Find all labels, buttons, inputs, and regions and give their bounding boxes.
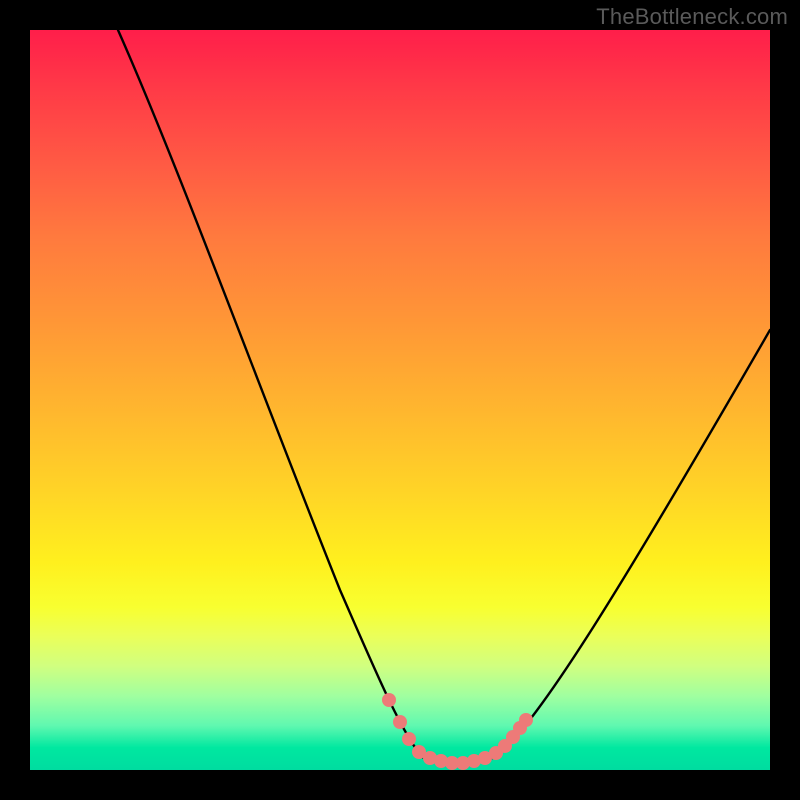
chart-frame: TheBottleneck.com <box>0 0 800 800</box>
marker-dot <box>519 713 533 727</box>
bottleneck-curve-right <box>496 330 770 757</box>
marker-dot <box>402 732 416 746</box>
marker-dot <box>382 693 396 707</box>
watermark-text: TheBottleneck.com <box>596 4 788 30</box>
marker-dot <box>393 715 407 729</box>
chart-svg <box>30 30 770 770</box>
bottleneck-curve-left <box>118 30 422 757</box>
